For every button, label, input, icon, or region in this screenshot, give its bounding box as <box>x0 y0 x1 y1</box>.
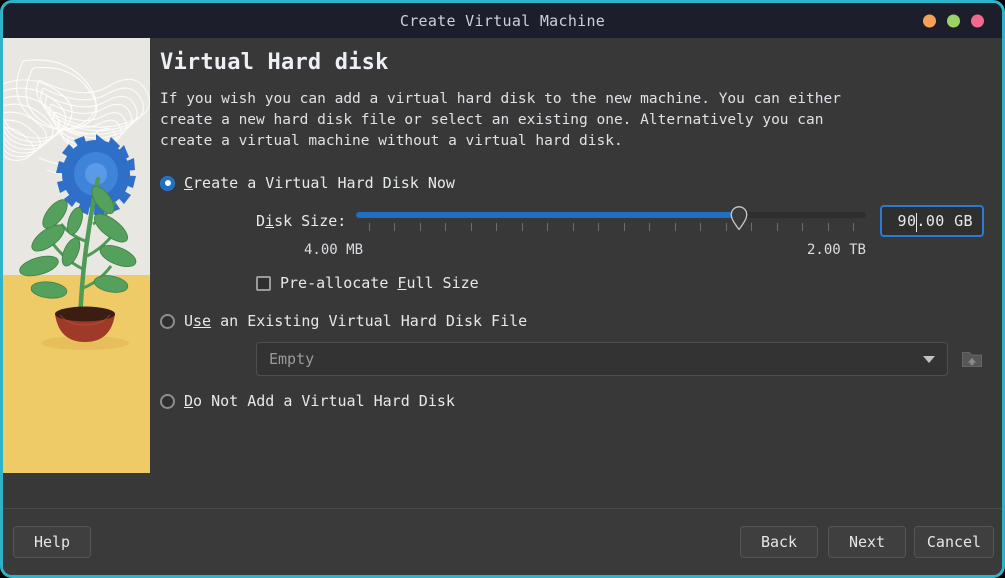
disk-size-max-label: 2.00 TB <box>807 242 866 258</box>
slider-tick <box>649 223 650 231</box>
next-button[interactable]: Next <box>828 526 906 558</box>
radio-label-create-now: Create a Virtual Hard Disk Now <box>184 174 455 192</box>
slider-tick <box>853 223 854 231</box>
page-description: If you wish you can add a virtual hard d… <box>160 89 870 152</box>
minimize-button-icon[interactable] <box>923 14 936 27</box>
radio-do-not-add-virtual-hard-disk[interactable]: Do Not Add a Virtual Hard Disk <box>160 388 984 414</box>
title-bar: Create Virtual Machine <box>3 3 1002 38</box>
dialog-footer: Help Back Next Cancel <box>3 508 1002 575</box>
slider-tick <box>496 223 497 231</box>
dialog-body: Virtual Hard disk If you wish you can ad… <box>3 38 1002 481</box>
slider-tick <box>420 223 421 231</box>
disk-size-value: 90.00 GB <box>898 212 973 230</box>
accel-create-now: C <box>184 174 193 192</box>
disk-size-row: Disk Size: 90.00 GB <box>256 204 984 238</box>
radio-label-use-existing-rest: an Existing Virtual Hard Disk File <box>211 312 527 330</box>
radio-indicator-create-now[interactable] <box>160 176 175 191</box>
disk-size-label-rest: sk Size: <box>274 212 346 230</box>
help-button[interactable]: Help <box>13 526 91 558</box>
slider-tick <box>675 223 676 231</box>
checkbox-preallocate-full-size[interactable]: Pre-allocate Full Size <box>256 270 984 296</box>
radio-label-use-existing-prefix: U <box>184 312 193 330</box>
page-title: Virtual Hard disk <box>160 50 984 75</box>
slider-tick <box>573 223 574 231</box>
slider-fill <box>356 212 739 218</box>
accel-disk-size: i <box>265 212 274 230</box>
potted-plant-illustration <box>3 38 150 473</box>
slider-tick <box>522 223 523 231</box>
disk-file-combobox-value: Empty <box>269 350 923 368</box>
checkbox-label-prefix: Pre-allocate <box>280 274 397 292</box>
slider-handle[interactable] <box>730 206 747 230</box>
disk-size-range-labels: 4.00 MB 2.00 TB <box>256 242 984 264</box>
cancel-button[interactable]: Cancel <box>914 526 994 558</box>
slider-tick <box>828 223 829 231</box>
slider-tick <box>751 223 752 231</box>
slider-tick <box>777 223 778 231</box>
back-button[interactable]: Back <box>740 526 818 558</box>
radio-label-use-existing: Use an Existing Virtual Hard Disk File <box>184 312 527 330</box>
slider-tick <box>598 223 599 231</box>
chevron-down-icon[interactable] <box>923 356 935 363</box>
close-button-icon[interactable] <box>971 14 984 27</box>
slider-tick <box>394 223 395 231</box>
disk-file-row: Empty <box>256 342 984 376</box>
radio-label-do-not-add-rest: o Not Add a Virtual Hard Disk <box>193 392 455 410</box>
accel-do-not-add: D <box>184 392 193 410</box>
disk-file-combobox[interactable]: Empty <box>256 342 948 376</box>
disk-size-label: Disk Size: <box>256 212 356 230</box>
accel-use-existing: se <box>193 312 211 330</box>
disk-size-slider[interactable] <box>356 204 866 238</box>
slider-tick <box>445 223 446 231</box>
radio-indicator-use-existing[interactable] <box>160 314 175 329</box>
slider-tick-marks <box>356 223 866 231</box>
slider-tick <box>624 223 625 231</box>
radio-label-create-now-rest: reate a Virtual Hard Disk Now <box>193 174 455 192</box>
folder-open-icon <box>961 349 983 369</box>
browse-disk-file-button[interactable] <box>960 346 984 372</box>
slider-tick <box>726 223 727 231</box>
text-cursor <box>916 213 917 232</box>
radio-use-existing-virtual-hard-disk-file[interactable]: Use an Existing Virtual Hard Disk File <box>160 308 984 334</box>
artwork-panel <box>3 38 150 473</box>
radio-label-do-not-add: Do Not Add a Virtual Hard Disk <box>184 392 455 410</box>
disk-size-min-label: 4.00 MB <box>304 242 363 258</box>
window-title: Create Virtual Machine <box>400 12 605 30</box>
slider-tick <box>547 223 548 231</box>
slider-tick <box>471 223 472 231</box>
dialog-main-pane: Virtual Hard disk If you wish you can ad… <box>150 38 1002 481</box>
radio-create-virtual-hard-disk-now[interactable]: Create a Virtual Hard Disk Now <box>160 170 984 196</box>
maximize-button-icon[interactable] <box>947 14 960 27</box>
window-controls <box>923 14 984 27</box>
radio-indicator-do-not-add[interactable] <box>160 394 175 409</box>
checkbox-indicator-preallocate[interactable] <box>256 276 271 291</box>
create-virtual-machine-window: Create Virtual Machine <box>0 0 1005 578</box>
slider-tick <box>700 223 701 231</box>
slider-tick <box>369 223 370 231</box>
disk-size-spinbox[interactable]: 90.00 GB <box>880 205 984 237</box>
slider-tick <box>802 223 803 231</box>
disk-size-label-prefix: D <box>256 212 265 230</box>
checkbox-label-rest: ull Size <box>406 274 478 292</box>
checkbox-label-preallocate: Pre-allocate Full Size <box>280 274 479 292</box>
